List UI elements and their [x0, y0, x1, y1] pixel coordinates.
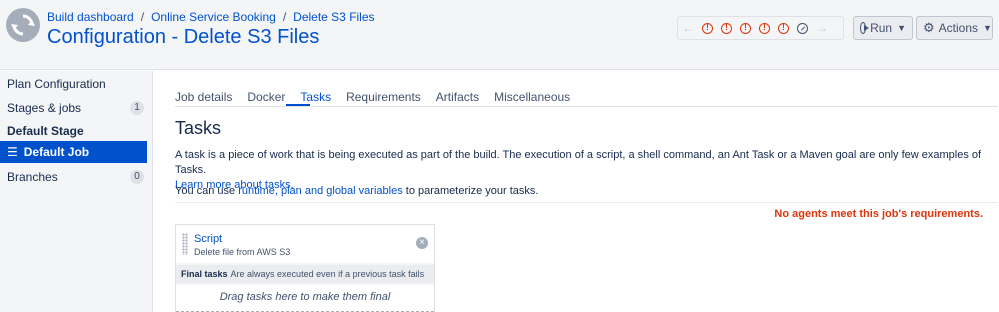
drag-handle-icon[interactable] — [182, 233, 188, 255]
variables-prefix: You can use — [175, 185, 239, 197]
sidebar-item-label: Branches — [7, 170, 58, 184]
breadcrumb-plan[interactable]: Delete S3 Files — [293, 10, 374, 24]
tab-job-details[interactable]: Job details — [175, 90, 232, 107]
sidebar-item-label: Plan Configuration — [7, 77, 106, 91]
error-icon: ! — [759, 22, 770, 34]
task-description: Delete file from AWS S3 — [194, 247, 291, 257]
task-item[interactable]: Script Delete file from AWS S3 × — [176, 225, 434, 263]
build-result-failed[interactable]: ! — [755, 22, 774, 34]
build-history-nav: ← ! ! ! ! ! → — [677, 16, 844, 40]
variables-suffix: to parameterize your tasks. — [402, 185, 539, 197]
final-tasks-label: Final tasks — [181, 269, 228, 279]
tab-docker[interactable]: Docker — [247, 90, 285, 107]
build-result-in-progress[interactable] — [793, 22, 812, 34]
breadcrumb-project[interactable]: Online Service Booking — [151, 10, 276, 24]
tab-requirements[interactable]: Requirements — [346, 90, 421, 107]
tab-bar: Job details Docker Tasks Requirements Ar… — [175, 90, 585, 107]
divider — [175, 202, 998, 203]
actions-label: Actions — [938, 21, 979, 35]
task-list-panel: Script Delete file from AWS S3 × Final t… — [175, 224, 435, 312]
breadcrumb-build-dashboard[interactable]: Build dashboard — [47, 10, 134, 24]
variables-link[interactable]: runtime, plan and global variables — [238, 185, 403, 197]
final-tasks-header: Final tasks Are always executed even if a… — [176, 265, 434, 283]
build-result-failed[interactable]: ! — [698, 22, 717, 34]
count-badge: 0 — [130, 170, 144, 184]
sidebar-item-label: Default Job — [23, 145, 90, 159]
build-status-icon — [6, 8, 40, 42]
previous-build-arrow-icon[interactable]: ← — [678, 21, 698, 35]
breadcrumb-separator: / — [140, 10, 145, 24]
error-icon: ! — [778, 22, 789, 34]
count-badge: 1 — [130, 101, 144, 115]
sidebar: Plan Configuration Stages & jobs 1 Defau… — [0, 71, 153, 312]
build-result-failed[interactable]: ! — [774, 22, 793, 34]
final-tasks-dropzone[interactable]: Drag tasks here to make them final — [176, 285, 434, 312]
page-title: Configuration - Delete S3 Files — [47, 26, 320, 48]
sidebar-item-default-job[interactable]: ☰ Default Job — [0, 141, 147, 163]
chevron-down-icon: ▼ — [983, 23, 992, 33]
sidebar-item-label: Stages & jobs — [7, 101, 82, 115]
actions-button[interactable]: ⚙ Actions ▼ — [916, 16, 993, 40]
active-tab-indicator — [286, 104, 310, 106]
page-header: Build dashboard / Online Service Booking / D… — [0, 0, 999, 70]
run-button[interactable]: Run ▼ — [853, 16, 913, 40]
build-result-failed[interactable]: ! — [717, 22, 736, 34]
sidebar-item-plan-configuration[interactable]: Plan Configuration — [0, 73, 147, 95]
error-icon: ! — [702, 22, 713, 34]
refresh-icon — [11, 14, 35, 36]
sidebar-stage-heading[interactable]: Default Stage — [0, 120, 147, 142]
play-icon — [860, 22, 870, 34]
description-text: A task is a piece of work that is being … — [175, 149, 982, 176]
remove-task-icon[interactable]: × — [416, 237, 428, 249]
tab-miscellaneous[interactable]: Miscellaneous — [494, 90, 570, 107]
agents-warning: No agents meet this job's requirements. — [774, 208, 983, 220]
sidebar-item-branches[interactable]: Branches 0 — [0, 166, 147, 188]
tab-artifacts[interactable]: Artifacts — [436, 90, 479, 107]
error-icon: ! — [721, 22, 732, 34]
chevron-down-icon: ▼ — [897, 23, 906, 33]
final-tasks-note: Are always executed even if a previous t… — [230, 269, 425, 279]
run-label: Run — [870, 21, 893, 35]
gear-icon: ⚙ — [923, 20, 935, 35]
variables-hint: You can use runtime, plan and global var… — [175, 185, 538, 197]
breadcrumb: Build dashboard / Online Service Booking / D… — [47, 10, 375, 24]
sidebar-item-stages-jobs[interactable]: Stages & jobs 1 — [0, 97, 147, 119]
next-build-arrow-icon[interactable]: → — [812, 21, 832, 35]
build-result-failed[interactable]: ! — [736, 22, 755, 34]
tab-divider — [175, 106, 998, 107]
section-title: Tasks — [175, 118, 222, 138]
in-progress-icon — [797, 22, 808, 34]
task-name[interactable]: Script — [194, 233, 222, 245]
breadcrumb-separator: / — [282, 10, 287, 24]
error-icon: ! — [740, 22, 751, 34]
list-icon: ☰ — [7, 145, 18, 159]
